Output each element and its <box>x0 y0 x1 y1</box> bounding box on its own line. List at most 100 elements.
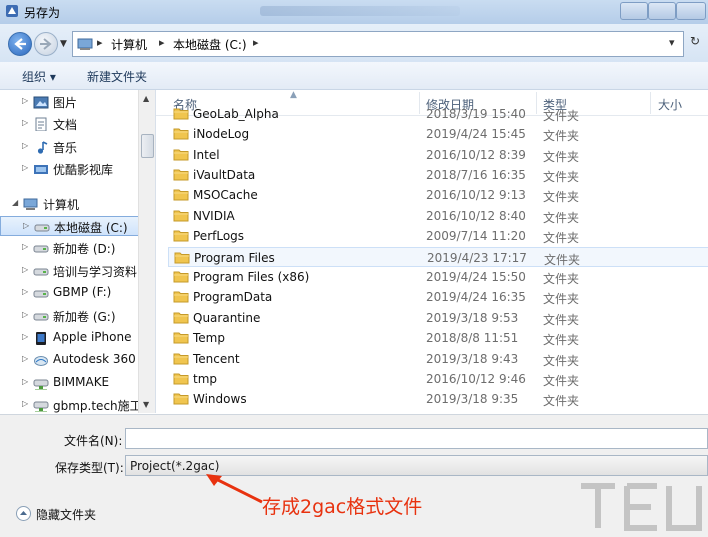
maximize-button[interactable] <box>648 2 676 20</box>
expand-icon[interactable]: ◢ <box>12 198 18 207</box>
expand-icon[interactable]: ▷ <box>22 287 28 296</box>
file-type: 文件夹 <box>543 312 580 327</box>
file-row[interactable]: Quarantine 2019/3/18 9:53 文件夹 <box>168 308 708 328</box>
nav-item-label: 新加卷 (G:) <box>53 309 116 324</box>
organize-button[interactable]: 组织 ▾ <box>22 68 56 85</box>
file-type: 文件夹 <box>543 333 580 348</box>
file-name: ProgramData <box>193 290 273 305</box>
nav-item[interactable]: ▷ GBMP (F:) <box>0 283 140 303</box>
file-date: 2016/10/12 8:40 <box>426 208 526 223</box>
expand-icon[interactable]: ▷ <box>22 310 28 319</box>
nav-item[interactable]: ▷ BIMMAKE <box>0 373 140 393</box>
nav-item[interactable]: ▷ Autodesk 360 <box>0 350 140 370</box>
expand-icon[interactable]: ▷ <box>23 221 29 230</box>
cloud-icon <box>34 356 48 367</box>
refresh-icon[interactable]: ↻ <box>690 34 700 48</box>
file-row[interactable]: PerfLogs 2009/7/14 11:20 文件夹 <box>168 226 708 246</box>
address-bar[interactable]: ▸ 计算机 ▸ 本地磁盘 (C:) ▸ ▾ <box>72 31 684 57</box>
nav-item-label: 本地磁盘 (C:) <box>54 221 128 235</box>
new-folder-button[interactable]: 新建文件夹 <box>87 68 147 85</box>
file-row[interactable]: MSOCache 2016/10/12 9:13 文件夹 <box>168 185 708 205</box>
file-name: Tencent <box>193 351 240 366</box>
minimize-button[interactable] <box>620 2 648 20</box>
folder-icon <box>173 108 189 120</box>
file-row[interactable]: iVaultData 2018/7/16 16:35 文件夹 <box>168 165 708 185</box>
nav-item[interactable]: ▷ 音乐 <box>0 137 140 157</box>
file-type: 文件夹 <box>543 149 580 164</box>
nav-item[interactable]: ▷ 图片 <box>0 92 140 112</box>
expand-icon[interactable]: ▷ <box>22 354 28 363</box>
nav-item[interactable]: ◢ 计算机 <box>0 194 140 214</box>
scrollbar-thumb[interactable] <box>141 134 154 158</box>
file-row[interactable]: tmp 2016/10/12 9:46 文件夹 <box>168 369 708 389</box>
title-bar: 另存为 <box>0 0 708 25</box>
nav-item-label: BIMMAKE <box>53 374 110 389</box>
expand-icon[interactable]: ▷ <box>22 332 28 341</box>
file-row[interactable]: NVIDIA 2016/10/12 8:40 文件夹 <box>168 206 708 226</box>
documents-icon <box>35 117 47 132</box>
file-date: 2019/4/24 15:50 <box>426 270 526 284</box>
file-row[interactable]: Tencent 2019/3/18 9:43 文件夹 <box>168 349 708 369</box>
file-row[interactable]: Intel 2016/10/12 8:39 文件夹 <box>168 145 708 165</box>
nav-item[interactable]: ▷ 优酷影视库 <box>0 159 140 179</box>
navigation-scrollbar[interactable]: ▲ ▼ <box>138 90 155 413</box>
address-dropdown-icon[interactable]: ▾ <box>669 36 675 49</box>
file-row[interactable]: Windows 2019/3/18 9:35 文件夹 <box>168 389 708 409</box>
nav-item-label: 图片 <box>53 96 78 110</box>
expand-icon[interactable]: ▷ <box>22 96 28 105</box>
folder-icon <box>173 128 189 140</box>
file-row[interactable]: GeoLab_Alpha 2018/3/19 15:40 文件夹 <box>168 104 708 124</box>
forward-button[interactable] <box>34 32 58 56</box>
scroll-up-icon[interactable]: ▲ <box>143 94 149 103</box>
file-type: 文件夹 <box>543 292 580 307</box>
file-name: Quarantine <box>193 310 261 325</box>
file-date: 2016/10/12 9:13 <box>426 188 526 203</box>
scroll-down-icon[interactable]: ▼ <box>143 400 149 409</box>
nav-item-label: 培训与学习资料 <box>53 264 138 279</box>
breadcrumb-separator[interactable]: ▸ <box>253 36 259 49</box>
file-name: iVaultData <box>193 168 256 182</box>
title-bar-blur <box>260 6 460 16</box>
folder-icon <box>173 291 189 303</box>
file-row[interactable]: iNodeLog 2019/4/24 15:45 文件夹 <box>168 124 708 144</box>
breadcrumb-drive-c[interactable]: 本地磁盘 (C:) <box>173 36 247 53</box>
breadcrumb-separator[interactable]: ▸ <box>159 36 165 49</box>
nav-item[interactable]: ▷ 新加卷 (G:) <box>0 306 140 326</box>
history-dropdown-icon[interactable]: ▼ <box>60 39 67 49</box>
expand-icon[interactable]: ▷ <box>22 141 28 150</box>
file-row[interactable]: Program Files (x86) 2019/4/24 15:50 文件夹 <box>168 267 708 287</box>
nav-item[interactable]: ▷ 培训与学习资料 <box>0 261 140 281</box>
music-icon <box>37 141 48 154</box>
folder-icon <box>173 353 189 365</box>
close-button[interactable] <box>676 2 706 20</box>
file-name: Windows <box>193 392 247 407</box>
nav-item[interactable]: ▷ 新加卷 (D:) <box>0 238 140 258</box>
expand-icon[interactable]: ▷ <box>22 399 28 408</box>
expand-icon[interactable]: ▷ <box>22 242 28 251</box>
computer-icon <box>77 38 93 50</box>
library-icon <box>34 165 48 175</box>
file-date: 2018/8/8 11:51 <box>426 331 519 346</box>
expand-icon[interactable]: ▷ <box>22 265 28 274</box>
file-row[interactable]: Temp 2018/8/8 11:51 文件夹 <box>168 328 708 348</box>
nav-item[interactable]: ▷ gbmp.tech施工 <box>0 395 142 413</box>
nav-item[interactable]: ▷ Apple iPhone <box>0 328 140 348</box>
expand-icon[interactable]: ▷ <box>22 118 28 127</box>
watermark-logo <box>581 483 702 531</box>
nav-item[interactable]: ▷ 本地磁盘 (C:) <box>0 216 140 236</box>
folder-icon <box>173 189 189 201</box>
file-row[interactable]: ProgramData 2019/4/24 16:35 文件夹 <box>168 287 708 307</box>
navigation-bar: ▼ ▸ 计算机 ▸ 本地磁盘 (C:) ▸ ▾ ↻ <box>0 24 708 63</box>
expand-icon[interactable]: ▷ <box>22 377 28 386</box>
nav-item[interactable]: ▷ 文档 <box>0 114 140 134</box>
file-row[interactable]: Program Files 2019/4/23 17:17 文件夹 <box>168 246 708 267</box>
expand-icon[interactable]: ▷ <box>22 163 28 172</box>
breadcrumb-computer[interactable]: 计算机 <box>111 36 147 53</box>
breadcrumb-separator[interactable]: ▸ <box>97 36 103 49</box>
file-type: 文件夹 <box>543 231 580 246</box>
file-date: 2009/7/14 11:20 <box>426 229 526 244</box>
file-name: Temp <box>193 331 225 346</box>
back-button[interactable] <box>8 32 32 56</box>
filename-field[interactable] <box>125 428 708 449</box>
file-type: 文件夹 <box>543 374 580 388</box>
